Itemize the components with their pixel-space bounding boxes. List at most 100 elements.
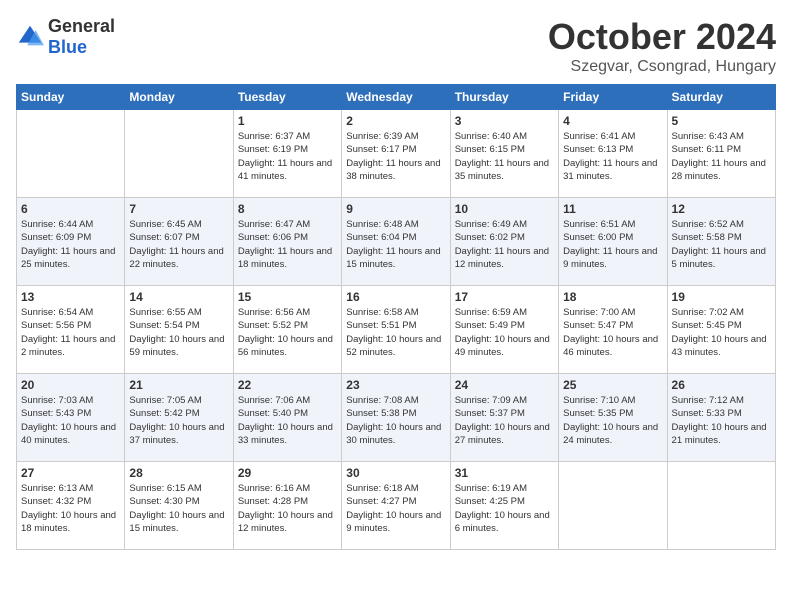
day-number: 26 bbox=[672, 378, 771, 392]
calendar-cell: 29Sunrise: 6:16 AM Sunset: 4:28 PM Dayli… bbox=[233, 462, 341, 550]
calendar-cell: 28 Sunrise: 6:15 AM Sunset: 4:30 PM Dayli… bbox=[125, 462, 233, 550]
calendar-cell: 13Sunrise: 6:54 AM Sunset: 5:56 PM Dayli… bbox=[17, 286, 125, 374]
day-number: 7 bbox=[129, 202, 228, 216]
day-info: Sunrise: 6:56 AM Sunset: 5:52 PM Dayligh… bbox=[238, 306, 337, 359]
calendar-cell: 24 Sunrise: 7:09 AM Sunset: 5:37 PM Dayli… bbox=[450, 374, 558, 462]
day-number: 16 bbox=[346, 290, 445, 304]
day-number: 28 bbox=[129, 466, 228, 480]
day-number: 5 bbox=[672, 114, 771, 128]
calendar-cell: 27 Sunrise: 6:13 AM Sunset: 4:32 PM Dayli… bbox=[17, 462, 125, 550]
header: General Blue October 2024 Szegvar, Csong… bbox=[16, 16, 776, 76]
day-number: 20 bbox=[21, 378, 120, 392]
day-info: Sunrise: 7:03 AM Sunset: 5:43 PM Dayligh… bbox=[21, 394, 120, 447]
day-number: 3 bbox=[455, 114, 554, 128]
day-number: 8 bbox=[238, 202, 337, 216]
calendar-cell: 20 Sunrise: 7:03 AM Sunset: 5:43 PM Dayli… bbox=[17, 374, 125, 462]
day-number: 2 bbox=[346, 114, 445, 128]
calendar-table: SundayMondayTuesdayWednesdayThursdayFrid… bbox=[16, 84, 776, 550]
calendar-cell: 5 Sunrise: 6:43 AM Sunset: 6:11 PM Daylig… bbox=[667, 110, 775, 198]
day-number: 27 bbox=[21, 466, 120, 480]
calendar-header-cell: Sunday bbox=[17, 85, 125, 110]
day-number: 9 bbox=[346, 202, 445, 216]
day-info: Sunrise: 6:19 AM Sunset: 4:25 PM Dayligh… bbox=[455, 482, 554, 535]
calendar-cell bbox=[667, 462, 775, 550]
day-info: Sunrise: 6:43 AM Sunset: 6:11 PM Dayligh… bbox=[672, 130, 771, 183]
day-info: Sunrise: 6:44 AM Sunset: 6:09 PM Dayligh… bbox=[21, 218, 120, 271]
day-info: Sunrise: 6:52 AM Sunset: 5:58 PM Dayligh… bbox=[672, 218, 771, 271]
day-info: Sunrise: 6:45 AM Sunset: 6:07 PM Dayligh… bbox=[129, 218, 228, 271]
calendar-cell: 2 Sunrise: 6:39 AM Sunset: 6:17 PM Daylig… bbox=[342, 110, 450, 198]
title-area: October 2024 Szegvar, Csongrad, Hungary bbox=[548, 16, 776, 76]
day-number: 14 bbox=[129, 290, 228, 304]
day-info: Sunrise: 6:54 AM Sunset: 5:56 PM Dayligh… bbox=[21, 306, 120, 359]
calendar-week-row: 27 Sunrise: 6:13 AM Sunset: 4:32 PM Dayli… bbox=[17, 462, 776, 550]
calendar-cell: 23 Sunrise: 7:08 AM Sunset: 5:38 PM Dayli… bbox=[342, 374, 450, 462]
day-number: 30 bbox=[346, 466, 445, 480]
day-number: 10 bbox=[455, 202, 554, 216]
calendar-cell: 25 Sunrise: 7:10 AM Sunset: 5:35 PM Dayli… bbox=[559, 374, 667, 462]
day-info: Sunrise: 7:09 AM Sunset: 5:37 PM Dayligh… bbox=[455, 394, 554, 447]
day-number: 19 bbox=[672, 290, 771, 304]
day-info: Sunrise: 6:49 AM Sunset: 6:02 PM Dayligh… bbox=[455, 218, 554, 271]
calendar-header-cell: Wednesday bbox=[342, 85, 450, 110]
calendar-week-row: 6 Sunrise: 6:44 AM Sunset: 6:09 PM Daylig… bbox=[17, 198, 776, 286]
day-info: Sunrise: 7:05 AM Sunset: 5:42 PM Dayligh… bbox=[129, 394, 228, 447]
calendar-cell: 10 Sunrise: 6:49 AM Sunset: 6:02 PM Dayli… bbox=[450, 198, 558, 286]
day-info: Sunrise: 6:41 AM Sunset: 6:13 PM Dayligh… bbox=[563, 130, 662, 183]
logo-blue: Blue bbox=[48, 37, 87, 57]
calendar-week-row: 1 Sunrise: 6:37 AM Sunset: 6:19 PM Daylig… bbox=[17, 110, 776, 198]
calendar-header-row: SundayMondayTuesdayWednesdayThursdayFrid… bbox=[17, 85, 776, 110]
day-info: Sunrise: 7:00 AM Sunset: 5:47 PM Dayligh… bbox=[563, 306, 662, 359]
calendar-cell bbox=[17, 110, 125, 198]
day-info: Sunrise: 7:08 AM Sunset: 5:38 PM Dayligh… bbox=[346, 394, 445, 447]
day-number: 6 bbox=[21, 202, 120, 216]
day-info: Sunrise: 6:51 AM Sunset: 6:00 PM Dayligh… bbox=[563, 218, 662, 271]
day-info: Sunrise: 6:48 AM Sunset: 6:04 PM Dayligh… bbox=[346, 218, 445, 271]
day-info: Sunrise: 6:47 AM Sunset: 6:06 PM Dayligh… bbox=[238, 218, 337, 271]
day-number: 25 bbox=[563, 378, 662, 392]
calendar-body: 1 Sunrise: 6:37 AM Sunset: 6:19 PM Daylig… bbox=[17, 110, 776, 550]
calendar-cell: 22 Sunrise: 7:06 AM Sunset: 5:40 PM Dayli… bbox=[233, 374, 341, 462]
calendar-cell: 3Sunrise: 6:40 AM Sunset: 6:15 PM Daylig… bbox=[450, 110, 558, 198]
day-number: 22 bbox=[238, 378, 337, 392]
calendar-cell: 15Sunrise: 6:56 AM Sunset: 5:52 PM Dayli… bbox=[233, 286, 341, 374]
day-number: 1 bbox=[238, 114, 337, 128]
day-info: Sunrise: 7:06 AM Sunset: 5:40 PM Dayligh… bbox=[238, 394, 337, 447]
day-info: Sunrise: 6:39 AM Sunset: 6:17 PM Dayligh… bbox=[346, 130, 445, 183]
calendar-cell bbox=[559, 462, 667, 550]
calendar-week-row: 20 Sunrise: 7:03 AM Sunset: 5:43 PM Dayli… bbox=[17, 374, 776, 462]
day-info: Sunrise: 6:13 AM Sunset: 4:32 PM Dayligh… bbox=[21, 482, 120, 535]
calendar-cell: 16Sunrise: 6:58 AM Sunset: 5:51 PM Dayli… bbox=[342, 286, 450, 374]
calendar-header-cell: Monday bbox=[125, 85, 233, 110]
calendar-cell: 8 Sunrise: 6:47 AM Sunset: 6:06 PM Daylig… bbox=[233, 198, 341, 286]
day-number: 29 bbox=[238, 466, 337, 480]
calendar-cell: 31Sunrise: 6:19 AM Sunset: 4:25 PM Dayli… bbox=[450, 462, 558, 550]
day-info: Sunrise: 6:37 AM Sunset: 6:19 PM Dayligh… bbox=[238, 130, 337, 183]
location-title: Szegvar, Csongrad, Hungary bbox=[548, 58, 776, 76]
day-info: Sunrise: 6:55 AM Sunset: 5:54 PM Dayligh… bbox=[129, 306, 228, 359]
calendar-cell: 17 Sunrise: 6:59 AM Sunset: 5:49 PM Dayli… bbox=[450, 286, 558, 374]
day-number: 12 bbox=[672, 202, 771, 216]
day-number: 21 bbox=[129, 378, 228, 392]
day-number: 17 bbox=[455, 290, 554, 304]
day-number: 4 bbox=[563, 114, 662, 128]
day-number: 24 bbox=[455, 378, 554, 392]
calendar-cell: 9 Sunrise: 6:48 AM Sunset: 6:04 PM Daylig… bbox=[342, 198, 450, 286]
calendar-cell: 18 Sunrise: 7:00 AM Sunset: 5:47 PM Dayli… bbox=[559, 286, 667, 374]
month-title: October 2024 bbox=[548, 16, 776, 58]
calendar-cell: 7 Sunrise: 6:45 AM Sunset: 6:07 PM Daylig… bbox=[125, 198, 233, 286]
day-info: Sunrise: 7:12 AM Sunset: 5:33 PM Dayligh… bbox=[672, 394, 771, 447]
logo-general: General bbox=[48, 16, 115, 36]
day-info: Sunrise: 6:59 AM Sunset: 5:49 PM Dayligh… bbox=[455, 306, 554, 359]
day-number: 11 bbox=[563, 202, 662, 216]
calendar-cell: 1 Sunrise: 6:37 AM Sunset: 6:19 PM Daylig… bbox=[233, 110, 341, 198]
calendar-week-row: 13Sunrise: 6:54 AM Sunset: 5:56 PM Dayli… bbox=[17, 286, 776, 374]
logo-icon bbox=[16, 23, 44, 51]
calendar-cell: 6 Sunrise: 6:44 AM Sunset: 6:09 PM Daylig… bbox=[17, 198, 125, 286]
day-info: Sunrise: 6:15 AM Sunset: 4:30 PM Dayligh… bbox=[129, 482, 228, 535]
day-info: Sunrise: 7:10 AM Sunset: 5:35 PM Dayligh… bbox=[563, 394, 662, 447]
day-number: 23 bbox=[346, 378, 445, 392]
calendar-cell: 12 Sunrise: 6:52 AM Sunset: 5:58 PM Dayli… bbox=[667, 198, 775, 286]
day-number: 18 bbox=[563, 290, 662, 304]
calendar-cell: 30Sunrise: 6:18 AM Sunset: 4:27 PM Dayli… bbox=[342, 462, 450, 550]
